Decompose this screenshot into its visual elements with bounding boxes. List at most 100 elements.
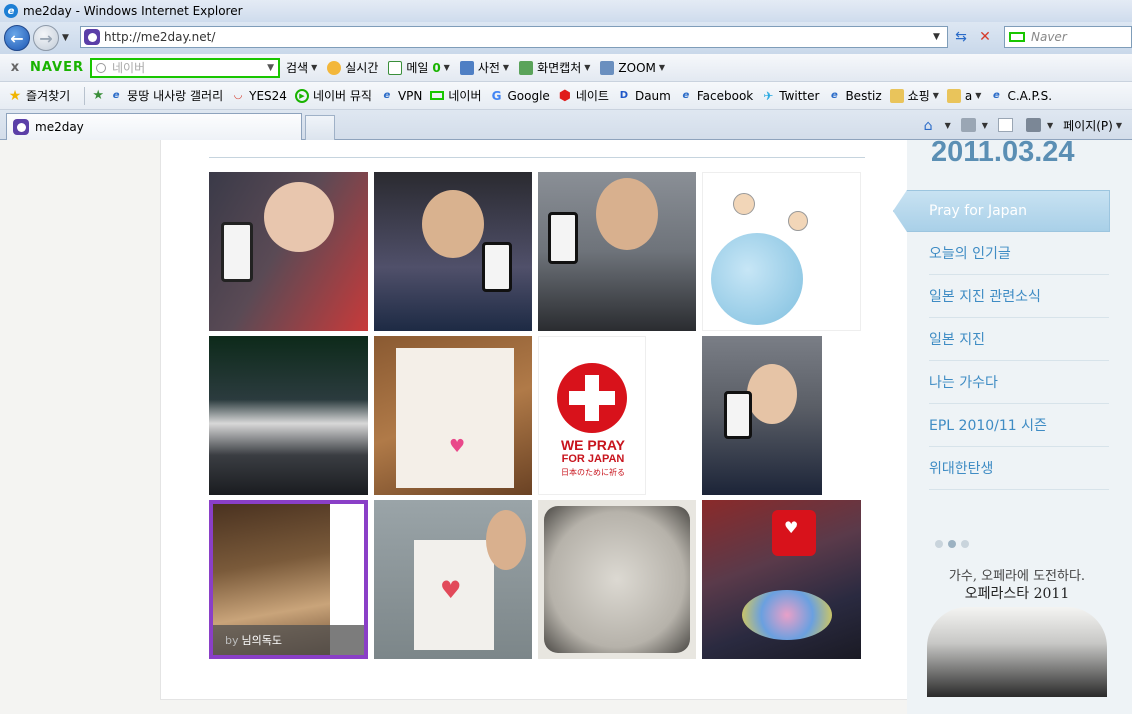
favorite-item[interactable]: e Facebook: [679, 89, 753, 103]
face-shape: [747, 364, 797, 424]
address-bar[interactable]: http://me2day.net/ ▼: [80, 26, 948, 48]
history-dropdown-icon[interactable]: ▼: [62, 33, 74, 43]
banner-title: 오페라스타 2011: [964, 586, 1070, 602]
naver-logo[interactable]: NAVER: [30, 60, 84, 75]
home-icon: ⌂: [923, 118, 933, 134]
me2day-favicon-icon: [84, 29, 100, 45]
sidebar: 2011.03.24 Pray for Japan 오늘의 인기글 일본 지진 …: [893, 140, 1132, 714]
caption-author[interactable]: 님의독도: [242, 632, 282, 648]
chevron-down-icon: ▼: [932, 91, 939, 100]
address-dropdown-icon[interactable]: ▼: [933, 32, 947, 42]
page-menu-button[interactable]: 페이지(P) ▼: [1063, 117, 1122, 134]
photo-thumbnail[interactable]: ♥: [702, 500, 861, 659]
favorite-folder[interactable]: 쇼핑 ▼: [889, 87, 939, 104]
daum-icon: D: [619, 90, 629, 101]
carousel-dots: [935, 540, 969, 548]
forward-button[interactable]: →: [33, 25, 59, 51]
favorites-button[interactable]: ★ 즐겨찾기: [8, 87, 70, 104]
photo-thumbnail-selected[interactable]: by 님의독도: [209, 500, 368, 659]
back-button[interactable]: ←: [4, 25, 30, 51]
photo-thumbnail[interactable]: [209, 336, 368, 495]
mail-icon: [388, 60, 403, 75]
chevron-down-icon: ▼: [1046, 120, 1054, 130]
carousel-dot-active[interactable]: [948, 540, 956, 548]
naver-search-input[interactable]: 네이버 ▼: [90, 57, 281, 78]
favorite-item[interactable]: e VPN: [380, 89, 423, 103]
zoom-button[interactable]: ZOOM ▼: [600, 60, 665, 75]
close-toolbar-icon[interactable]: x: [0, 60, 30, 75]
favorite-item[interactable]: ⬢ 네이트: [558, 87, 609, 104]
naver-search-dropdown-icon[interactable]: ▼: [267, 63, 274, 73]
favorite-item[interactable]: 네이버: [430, 87, 482, 104]
photo-thumbnail[interactable]: [209, 172, 368, 331]
carousel-dot[interactable]: [961, 540, 969, 548]
google-icon: G: [491, 88, 502, 103]
favorite-item[interactable]: ✈ Twitter: [761, 89, 819, 103]
new-tab-button[interactable]: [305, 115, 335, 140]
print-button[interactable]: ▼: [1025, 118, 1054, 132]
navigation-bar: ← → ▼ http://me2day.net/ ▼ ⇆ ✕ Naver: [0, 22, 1132, 54]
naver-search-button[interactable]: 검색 ▼: [286, 59, 317, 76]
sidebar-item[interactable]: 오늘의 인기글: [929, 232, 1109, 275]
ie-page-icon: e: [383, 90, 391, 101]
photo-thumbnail[interactable]: WE PRAY FOR JAPAN 日本のために祈る: [538, 336, 646, 495]
opera-star-banner[interactable]: 가수, 오페라에 도전하다. 오페라스타 2011: [922, 565, 1112, 700]
sidebar-item-active[interactable]: Pray for Japan: [893, 190, 1110, 232]
for-japan-text: FOR JAPAN: [561, 453, 625, 465]
realtime-button[interactable]: 실시간: [327, 59, 378, 76]
dictionary-button[interactable]: 사전 ▼: [459, 59, 510, 76]
carousel-dot[interactable]: [935, 540, 943, 548]
refresh-icon[interactable]: ⇆: [950, 27, 972, 47]
photo-thumbnail[interactable]: [702, 172, 861, 331]
chevron-down-icon: ▼: [502, 63, 510, 72]
feeds-button[interactable]: ▼: [960, 118, 988, 132]
photo-thumbnail[interactable]: [538, 500, 696, 659]
stop-icon[interactable]: ✕: [974, 27, 996, 47]
banner-tagline: 가수, 오페라에 도전하다.: [948, 569, 1086, 584]
screen-capture-button[interactable]: 화면캡처 ▼: [519, 59, 590, 76]
search-box[interactable]: Naver: [1004, 26, 1132, 48]
phone-icon: [548, 212, 578, 264]
tab-bar: me2day ⌂ ▼ ▼ ▼ 페이지(P) ▼: [0, 110, 1132, 140]
favorites-bar: ★ 즐겨찾기 ★ e 뭉땅 내사랑 갤러리 ◡ YES24 ▶ 네이버 뮤직 e VPN 네…: [0, 82, 1132, 110]
banner-people-image: [927, 607, 1107, 697]
favorite-item[interactable]: e Bestiz: [827, 89, 882, 103]
photo-thumbnail[interactable]: ♥: [374, 500, 532, 659]
favorite-item[interactable]: ◡ YES24: [231, 89, 287, 103]
photo-thumbnail[interactable]: ♥: [374, 336, 532, 495]
ie-logo-icon: e: [4, 4, 18, 18]
address-url[interactable]: http://me2day.net/: [104, 30, 933, 44]
photo-thumbnail[interactable]: [374, 172, 532, 331]
ie-page-icon: e: [831, 90, 838, 101]
chevron-down-icon: ▼: [311, 63, 318, 72]
face-shape: [486, 510, 526, 570]
favorite-folder[interactable]: a ▼: [946, 88, 981, 103]
cross-icon: [569, 391, 615, 405]
sidebar-item[interactable]: EPL 2010/11 시즌: [929, 404, 1109, 447]
favorite-item[interactable]: ★ e 뭉땅 내사랑 갤러리: [91, 87, 223, 104]
zoom-icon: [600, 60, 615, 75]
tab-label: me2day: [35, 120, 84, 134]
divider: [209, 157, 865, 158]
photo-thumbnail[interactable]: [538, 172, 696, 331]
me2day-favicon-icon: [13, 119, 29, 135]
read-mail-button[interactable]: [997, 118, 1016, 132]
sidebar-item[interactable]: 나는 가수다: [929, 361, 1109, 404]
caption-by: by: [225, 633, 239, 647]
twitter-icon: ✈: [763, 88, 774, 103]
mail-button[interactable]: 메일 0 ▼: [388, 59, 450, 76]
favorite-item[interactable]: G Google: [490, 89, 550, 103]
home-button[interactable]: ⌂ ▼: [923, 118, 951, 134]
favorite-item[interactable]: D Daum: [617, 89, 671, 103]
sidebar-item[interactable]: 일본 지진: [929, 318, 1109, 361]
folder-icon: [946, 88, 961, 103]
favorite-item[interactable]: e C.A.P.S.: [989, 89, 1052, 103]
chevron-down-icon: ▼: [944, 120, 951, 130]
photo-thumbnail[interactable]: [702, 336, 822, 495]
sidebar-item[interactable]: 위대한탄생: [929, 447, 1109, 490]
phone-icon: [724, 391, 752, 439]
sidebar-item[interactable]: 일본 지진 관련소식: [929, 275, 1109, 318]
globe-drawing: [711, 233, 803, 325]
tab-me2day[interactable]: me2day: [6, 113, 302, 140]
favorite-item[interactable]: ▶ 네이버 뮤직: [294, 87, 372, 104]
